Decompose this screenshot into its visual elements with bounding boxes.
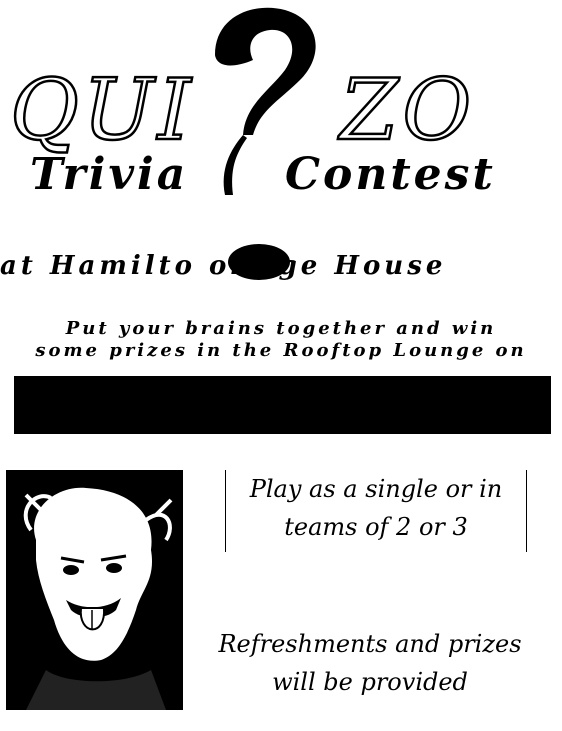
subtitle-contest: Contest: [285, 149, 496, 200]
refreshments-note: Refreshments and prizes will be provided: [190, 625, 550, 701]
einstein-photo: [6, 470, 183, 710]
refresh-line-2: will be provided: [272, 668, 468, 696]
refresh-line-1: Refreshments and prizes: [218, 630, 522, 658]
title-right: ZO: [339, 61, 476, 159]
title-left: QUI: [9, 61, 195, 159]
info-line-1: Play as a single or in: [249, 475, 503, 503]
tagline-line-1: Put your brains together and win: [65, 318, 497, 339]
tagline-line-2: some prizes in the Rooftop Lounge on: [35, 340, 527, 361]
redacted-date-bar: [14, 376, 551, 434]
quizzo-title: QUI ZO: [0, 61, 562, 159]
subtitle-trivia: Trivia: [30, 149, 189, 200]
info-line-2: teams of 2 or 3: [284, 513, 468, 541]
play-info-box: Play as a single or in teams of 2 or 3: [225, 470, 527, 552]
ink-blot: [228, 244, 290, 280]
